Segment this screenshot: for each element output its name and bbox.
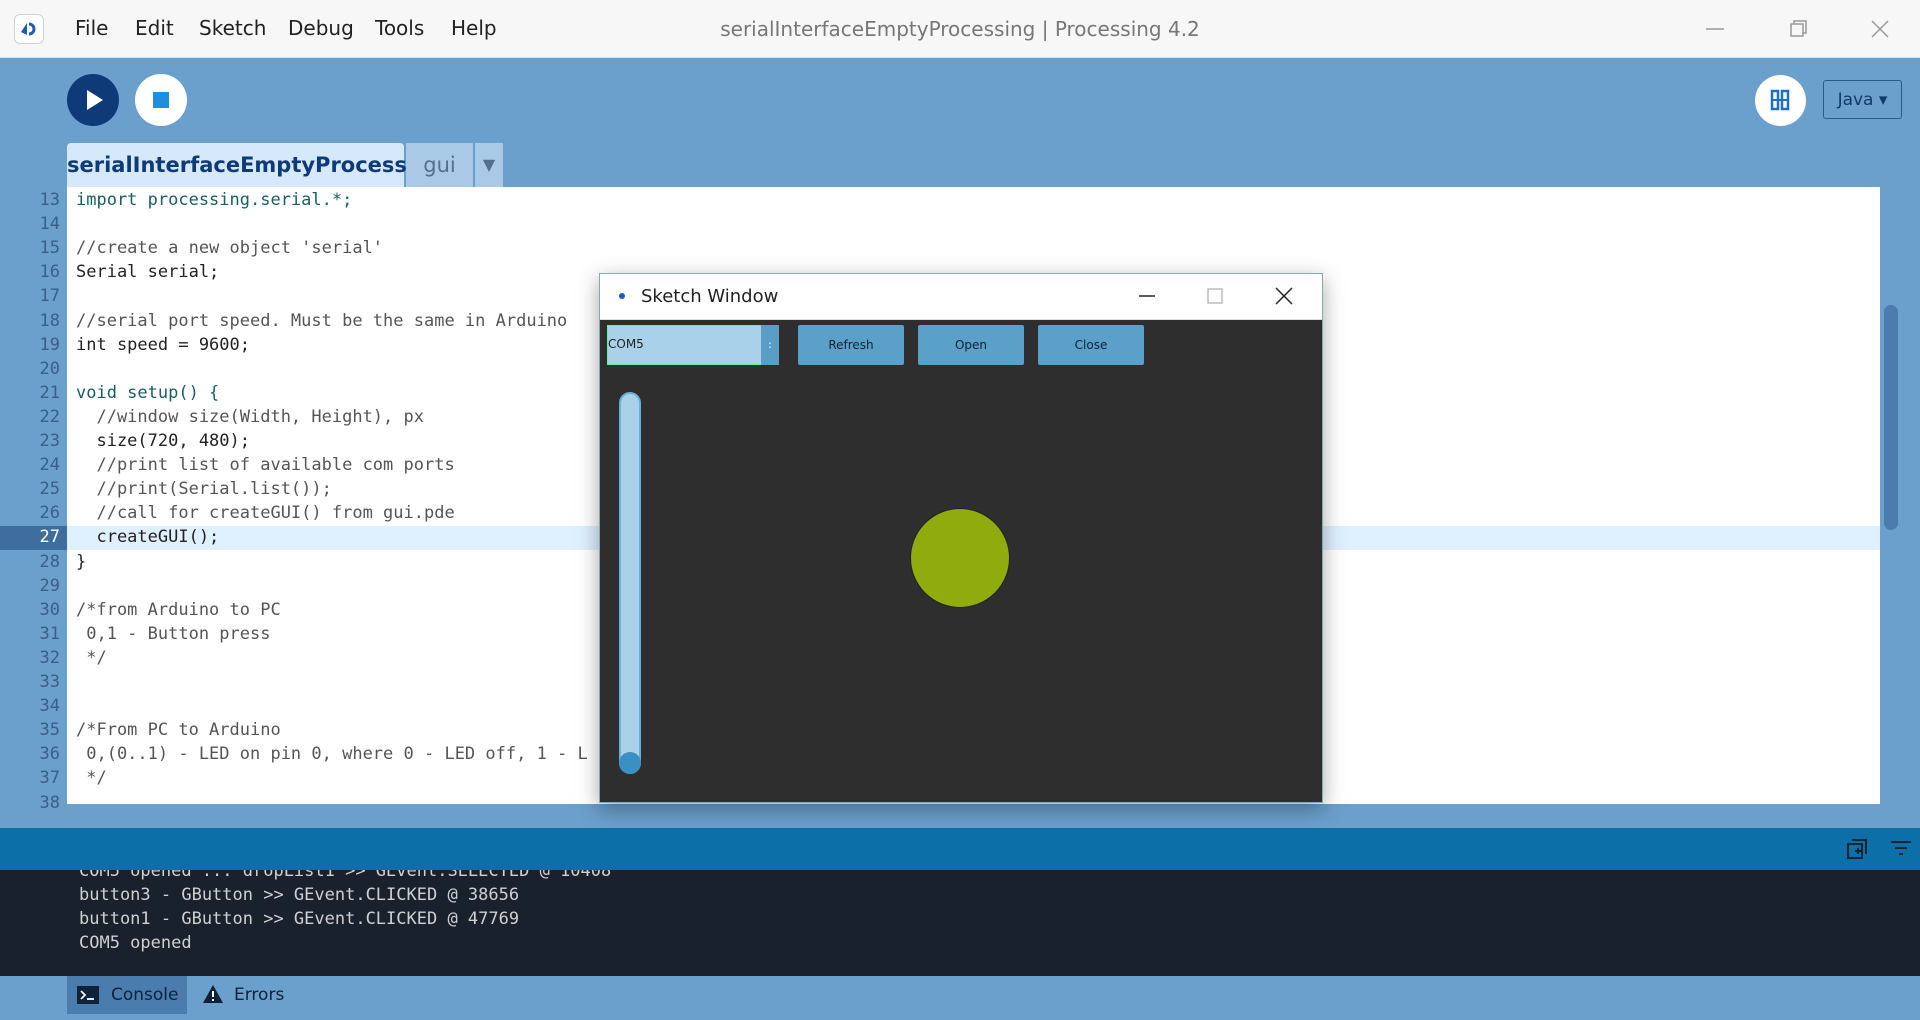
debug-button[interactable] bbox=[1755, 75, 1806, 126]
code-line[interactable]: createGUI(); bbox=[76, 527, 219, 547]
sketch-maximize-icon bbox=[1207, 288, 1223, 304]
editor-scrollbar[interactable] bbox=[1884, 305, 1898, 530]
code-line[interactable]: //call for createGUI() from gui.pde bbox=[76, 503, 454, 523]
line-number: 23 bbox=[39, 431, 60, 451]
tab-serialInterfaceEmptyProcessing[interactable]: serialInterfaceEmptyProcessing bbox=[67, 143, 444, 187]
close-button[interactable]: Close bbox=[1038, 325, 1144, 365]
console-line: COM5 opened bbox=[79, 933, 192, 953]
line-number: 29 bbox=[39, 575, 60, 596]
code-line[interactable]: //create a new object 'serial' bbox=[76, 238, 383, 258]
console-tab-label: Console bbox=[111, 985, 179, 1005]
line-number: 22 bbox=[39, 406, 60, 427]
com-port-value: COM5 bbox=[608, 337, 644, 351]
play-icon bbox=[87, 90, 103, 110]
line-number: 33 bbox=[39, 672, 60, 692]
line-number: 13 bbox=[39, 190, 60, 210]
console-line: COM5 opened ... dropList1 >> GEvent.SELE… bbox=[79, 870, 612, 881]
code-line[interactable]: 0,(0..1) - LED on pin 0, where 0 - LED o… bbox=[76, 744, 588, 764]
code-line[interactable]: 0,1 - Button press bbox=[76, 624, 270, 644]
processing-small-icon bbox=[619, 293, 625, 299]
line-number: 32 bbox=[39, 647, 60, 668]
copy-icon bbox=[1847, 839, 1867, 859]
errors-tab[interactable]: Errors bbox=[200, 976, 310, 1014]
refresh-button[interactable]: Refresh bbox=[798, 325, 904, 365]
code-line[interactable]: void setup() { bbox=[76, 383, 219, 403]
clear-console-icon bbox=[1891, 841, 1911, 855]
line-number: 35 bbox=[39, 720, 60, 741]
sketch-minimize-icon bbox=[1139, 295, 1155, 297]
run-button[interactable] bbox=[67, 74, 119, 126]
led-indicator-circle bbox=[910, 508, 1010, 608]
line-number: 26 bbox=[39, 503, 60, 524]
line-number: 28 bbox=[39, 551, 60, 572]
minimize-icon[interactable] bbox=[1700, 14, 1730, 44]
code-line[interactable]: /*from Arduino to PC bbox=[76, 600, 281, 620]
line-number: 21 bbox=[39, 382, 60, 403]
terminal-icon bbox=[77, 986, 99, 1004]
code-line[interactable]: //serial port speed. Must be the same in… bbox=[76, 311, 567, 331]
line-number: 30 bbox=[39, 599, 60, 620]
vertical-slider[interactable] bbox=[619, 392, 641, 774]
code-line[interactable]: size(720, 480); bbox=[76, 431, 250, 451]
line-number: 27 bbox=[39, 527, 60, 548]
line-number: 25 bbox=[39, 479, 60, 500]
stop-button[interactable] bbox=[135, 74, 187, 126]
close-icon[interactable] bbox=[1865, 14, 1895, 44]
tab-gui[interactable]: gui bbox=[406, 143, 473, 187]
stop-icon bbox=[153, 92, 169, 108]
line-number: 31 bbox=[39, 623, 60, 644]
code-line[interactable]: Serial serial; bbox=[76, 262, 219, 282]
line-number: 17 bbox=[39, 286, 60, 307]
sketch-title-bar: Sketch Window bbox=[600, 274, 1322, 320]
line-number: 16 bbox=[39, 262, 60, 283]
console-line: button3 - GButton >> GEvent.CLICKED @ 38… bbox=[79, 885, 520, 905]
line-number: 15 bbox=[39, 238, 60, 259]
code-line[interactable]: /*From PC to Arduino bbox=[76, 720, 281, 740]
code-line[interactable]: */ bbox=[76, 648, 106, 668]
sketch-close-icon bbox=[1275, 287, 1293, 305]
sketch-title: Sketch Window bbox=[641, 286, 779, 307]
code-line[interactable]: } bbox=[76, 552, 86, 572]
code-line[interactable]: import processing.serial.*; bbox=[76, 190, 352, 210]
mode-selector[interactable]: Java ▾ bbox=[1823, 80, 1902, 119]
line-number: 14 bbox=[39, 214, 60, 235]
code-line[interactable]: //window size(Width, Height), px bbox=[76, 407, 424, 427]
warning-icon bbox=[203, 985, 223, 1003]
debugger-icon bbox=[1770, 89, 1790, 111]
line-number: 18 bbox=[39, 310, 60, 331]
console-line: button1 - GButton >> GEvent.CLICKED @ 47… bbox=[79, 909, 520, 929]
dropdown-toggle[interactable]: : bbox=[761, 325, 779, 365]
menu-bar: File Edit Sketch Debug Tools Help serial… bbox=[0, 0, 1920, 58]
line-number: 38 bbox=[39, 792, 60, 813]
console-tab[interactable]: Console bbox=[67, 976, 187, 1014]
line-number: 24 bbox=[39, 455, 60, 476]
line-number: 37 bbox=[39, 768, 60, 789]
code-line[interactable]: int speed = 9600; bbox=[76, 335, 250, 355]
tab-menu-button[interactable]: ▼ bbox=[475, 143, 503, 187]
window-title: serialInterfaceEmptyProcessing | Process… bbox=[720, 17, 1200, 41]
restore-icon[interactable] bbox=[1783, 14, 1813, 44]
console-output[interactable]: COM5 opened ... dropList1 >> GEvent.SELE… bbox=[0, 870, 1920, 976]
code-line[interactable]: //print list of available com ports bbox=[76, 455, 454, 475]
slider-thumb[interactable] bbox=[619, 752, 641, 774]
line-number: 36 bbox=[39, 744, 60, 765]
errors-tab-label: Errors bbox=[234, 985, 285, 1005]
line-number: 20 bbox=[39, 358, 60, 379]
console-header bbox=[0, 828, 1920, 870]
code-line[interactable]: */ bbox=[76, 768, 106, 788]
code-line[interactable]: //print(Serial.list()); bbox=[76, 479, 331, 499]
line-number: 19 bbox=[39, 334, 60, 355]
line-number: 34 bbox=[39, 696, 60, 717]
open-button[interactable]: Open bbox=[918, 325, 1024, 365]
